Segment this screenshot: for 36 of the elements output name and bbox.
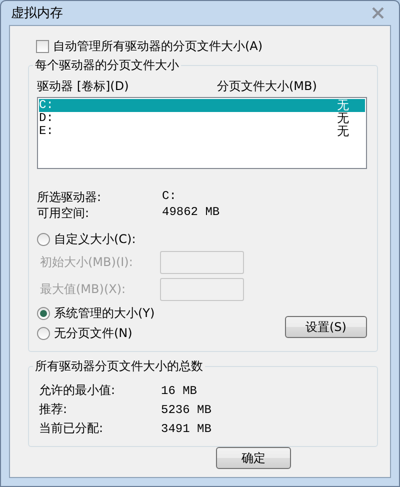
close-icon[interactable] bbox=[371, 7, 385, 19]
drive-row[interactable]: D: 无 bbox=[39, 112, 365, 125]
field-label: 最大值(MB)(X): bbox=[40, 281, 127, 298]
total-value: 5236 MB bbox=[161, 402, 212, 416]
total-label: 允许的最小值: bbox=[39, 382, 116, 399]
info-label: 所选驱动器: bbox=[37, 189, 102, 205]
drive-letter: C: bbox=[39, 99, 54, 112]
window-title: 虚拟内存 bbox=[11, 5, 63, 22]
radio-label: 无分页文件(N) bbox=[54, 324, 132, 342]
total-label: 推荐: bbox=[39, 401, 68, 418]
drive-row[interactable]: E: 无 bbox=[39, 125, 365, 138]
set-button[interactable]: 设置(S) bbox=[285, 316, 367, 338]
total-label: 当前已分配: bbox=[39, 420, 104, 437]
group-title: 每个驱动器的分页文件大小 bbox=[33, 57, 181, 74]
total-value: 16 MB bbox=[161, 384, 198, 398]
info-label: 可用空间: bbox=[37, 205, 90, 221]
radio-button[interactable] bbox=[37, 306, 50, 320]
ok-button[interactable]: 确定 bbox=[216, 447, 291, 469]
group-title: 所有驱动器分页文件大小的总数 bbox=[33, 358, 205, 375]
field-label: 初始大小(MB)(I): bbox=[40, 254, 134, 271]
radio-button[interactable] bbox=[37, 232, 50, 246]
drive-letter: E: bbox=[39, 125, 54, 138]
drive-letter: D: bbox=[39, 112, 54, 125]
page-file-size: 无 bbox=[336, 112, 350, 125]
checkbox[interactable] bbox=[36, 40, 49, 53]
info-value: 49862 MB bbox=[162, 205, 220, 221]
column-header: 分页文件大小(MB) bbox=[217, 78, 318, 95]
radio-button[interactable] bbox=[37, 326, 50, 340]
page-file-size: 无 bbox=[336, 125, 350, 138]
total-value: 3491 MB bbox=[161, 422, 212, 436]
info-value: C: bbox=[162, 189, 176, 205]
checkbox-label: 自动管理所有驱动器的分页文件大小(A) bbox=[53, 38, 263, 55]
page-file-size: 无 bbox=[336, 99, 350, 112]
radio-label: 系统管理的大小(Y) bbox=[54, 304, 155, 322]
column-header: 驱动器 [卷标](D) bbox=[37, 78, 130, 95]
radio-label: 自定义大小(C): bbox=[54, 230, 136, 248]
